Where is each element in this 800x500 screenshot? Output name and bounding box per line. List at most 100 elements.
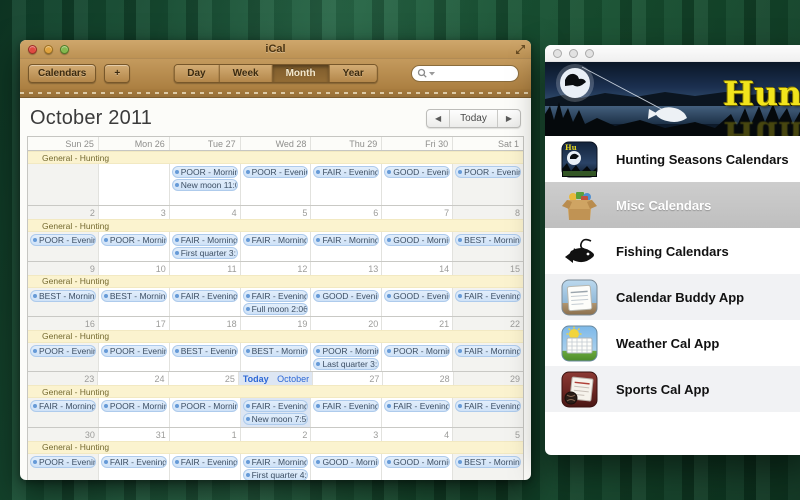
event-pill[interactable]: Last quarter 3:30am <box>313 358 379 370</box>
event-pill[interactable]: BEST - Morning <box>243 345 309 357</box>
day-cell[interactable]: GOOD - Morning <box>382 232 453 260</box>
day-cell[interactable]: FAIR - MorningFirst quarter 3:15am <box>170 232 241 260</box>
day-cell[interactable]: POOR - Evening <box>28 343 99 371</box>
ical-titlebar[interactable]: iCal <box>20 40 531 59</box>
event-pill[interactable]: POOR - Morning <box>101 234 167 246</box>
day-cell[interactable]: GOOD - Morning <box>311 454 382 480</box>
day-cell[interactable]: POOR - Evening <box>453 164 523 205</box>
day-cell[interactable]: FAIR - EveningNew moon 7:56pm <box>241 398 312 426</box>
day-cell[interactable]: FAIR - Morning <box>311 232 382 260</box>
day-cell[interactable] <box>28 164 99 205</box>
zoom-button-inactive[interactable] <box>585 49 594 58</box>
day-number[interactable]: 21 <box>382 317 453 330</box>
event-pill[interactable]: POOR - Evening <box>101 345 167 357</box>
day-number[interactable]: 2 <box>241 428 312 441</box>
day-number[interactable]: 11 <box>170 262 241 275</box>
day-cell[interactable]: POOR - Morning <box>170 398 241 426</box>
event-pill[interactable]: POOR - Morning <box>384 345 450 357</box>
event-pill[interactable]: POOR - Evening <box>455 166 521 178</box>
app-list-item-fishing-calendars[interactable]: Fishing Calendars <box>545 228 800 274</box>
day-cell[interactable]: BEST - Morning <box>453 232 523 260</box>
event-pill[interactable]: FAIR - Morning <box>243 456 309 468</box>
day-number[interactable]: 30 <box>28 428 99 441</box>
event-pill[interactable]: BEST - Morning <box>455 234 521 246</box>
event-pill[interactable]: GOOD - Morning <box>384 234 450 246</box>
day-cell[interactable]: POOR - Evening <box>241 164 312 205</box>
day-number[interactable]: 14 <box>382 262 453 275</box>
day-cell[interactable]: FAIR - Evening <box>170 454 241 480</box>
event-pill[interactable]: GOOD - Evening <box>384 290 450 302</box>
day-cell[interactable]: FAIR - Morning <box>453 343 523 371</box>
day-number[interactable]: 1 <box>170 428 241 441</box>
day-number[interactable]: 31 <box>99 428 170 441</box>
event-pill[interactable]: FAIR - Evening <box>101 456 167 468</box>
day-cell[interactable]: FAIR - Evening <box>453 288 523 316</box>
day-cell[interactable]: BEST - Morning <box>453 454 523 480</box>
day-cell[interactable]: FAIR - Evening <box>453 398 523 426</box>
today-cell-header[interactable]: TodayOctober 26 <box>239 372 313 385</box>
app-list-item-weather-cal-app[interactable]: Weather Cal App <box>545 320 800 366</box>
day-cell[interactable]: FAIR - Morning <box>241 232 312 260</box>
app-list-item-sports-cal-app[interactable]: Sports Cal App <box>545 366 800 412</box>
day-cell[interactable]: POOR - Morning <box>99 232 170 260</box>
day-number[interactable]: 24 <box>98 372 168 385</box>
event-pill[interactable]: FAIR - Evening <box>384 400 450 412</box>
day-cell[interactable]: GOOD - Morning <box>382 454 453 480</box>
search-input[interactable] <box>411 65 519 82</box>
day-cell[interactable]: POOR - Evening <box>28 232 99 260</box>
day-number[interactable]: 4 <box>382 428 453 441</box>
event-pill[interactable]: FAIR - Morning <box>172 234 238 246</box>
event-pill[interactable]: FAIR - Evening <box>313 166 379 178</box>
event-pill[interactable]: BEST - Morning <box>30 290 96 302</box>
day-number[interactable]: 13 <box>311 262 382 275</box>
app-list-item-misc-calendars[interactable]: Misc Calendars <box>545 182 800 228</box>
today-button[interactable]: Today <box>450 110 498 127</box>
day-cell[interactable]: FAIR - Evening <box>311 398 382 426</box>
day-number[interactable]: 22 <box>453 317 523 330</box>
day-cell[interactable]: GOOD - Evening <box>311 288 382 316</box>
allday-event-banner[interactable]: General - Hunting <box>28 330 523 343</box>
event-pill[interactable]: POOR - Evening <box>243 166 309 178</box>
view-tab-month[interactable]: Month <box>273 65 330 82</box>
day-cell[interactable] <box>99 164 170 205</box>
day-number[interactable]: 4 <box>170 206 241 219</box>
event-pill[interactable]: FAIR - Evening <box>172 290 238 302</box>
event-pill[interactable]: FAIR - Morning <box>455 345 521 357</box>
event-pill[interactable]: FAIR - Evening <box>172 456 238 468</box>
prev-month-button[interactable]: ◀ <box>427 110 450 127</box>
day-number[interactable]: 27 <box>313 372 383 385</box>
next-month-button[interactable]: ▶ <box>498 110 520 127</box>
day-cell[interactable]: FAIR - EveningFull moon 2:06am <box>241 288 312 316</box>
event-pill[interactable]: FAIR - Evening <box>243 400 309 412</box>
event-pill[interactable]: GOOD - Morning <box>313 456 379 468</box>
event-pill[interactable]: POOR - Morning <box>313 345 379 357</box>
day-cell[interactable]: POOR - Evening <box>28 454 99 480</box>
day-number[interactable]: 2 <box>28 206 99 219</box>
day-number[interactable]: 5 <box>453 428 523 441</box>
event-pill[interactable]: FAIR - Evening <box>313 400 379 412</box>
day-cell[interactable]: GOOD - Evening <box>382 164 453 205</box>
day-number[interactable]: 20 <box>311 317 382 330</box>
view-tab-week[interactable]: Week <box>220 65 273 82</box>
event-pill[interactable]: FAIR - Evening <box>243 290 309 302</box>
view-tab-year[interactable]: Year <box>330 65 377 82</box>
event-pill[interactable]: FAIR - Morning <box>30 400 96 412</box>
panel-titlebar[interactable] <box>545 45 800 62</box>
day-cell[interactable]: POOR - Morning <box>99 398 170 426</box>
view-tab-day[interactable]: Day <box>174 65 219 82</box>
app-list-item-calendar-buddy-app[interactable]: Calendar Buddy App <box>545 274 800 320</box>
day-cell[interactable]: FAIR - Evening <box>382 398 453 426</box>
app-list-item-hunting-seasons-calendars[interactable]: HuHunting Seasons Calendars <box>545 136 800 182</box>
event-pill[interactable]: GOOD - Evening <box>384 166 450 178</box>
event-pill[interactable]: Full moon 2:06am <box>243 303 309 315</box>
day-cell[interactable]: FAIR - Morning <box>28 398 99 426</box>
event-pill[interactable]: First quarter 3:15am <box>172 247 238 259</box>
day-number[interactable]: 16 <box>28 317 99 330</box>
day-number[interactable]: 7 <box>382 206 453 219</box>
day-cell[interactable]: POOR - MorningNew moon 11:09am <box>170 164 241 205</box>
day-number[interactable]: 23 <box>28 372 98 385</box>
day-number[interactable]: 6 <box>311 206 382 219</box>
allday-event-banner[interactable]: General - Hunting <box>28 385 523 398</box>
event-pill[interactable]: First quarter 4:38pm <box>243 469 309 480</box>
day-number[interactable]: 9 <box>28 262 99 275</box>
